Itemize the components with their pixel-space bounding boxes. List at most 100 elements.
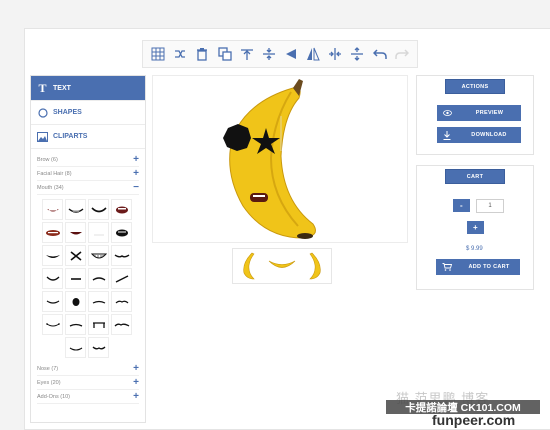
- mouth-clipart[interactable]: [111, 245, 132, 266]
- category-facial-hair[interactable]: Facial Hair (8) +: [37, 167, 139, 181]
- view-thumbnails: [232, 248, 332, 284]
- redo-icon: [395, 49, 409, 59]
- grid-spacer: [111, 337, 132, 358]
- mouth-clipart[interactable]: [65, 314, 86, 335]
- mouth-clipart[interactable]: [42, 268, 63, 289]
- preview-button[interactable]: PREVIEW: [437, 105, 521, 121]
- editor-toolbar: [142, 40, 418, 68]
- category-brow[interactable]: Brow (6) +: [37, 153, 139, 167]
- undo-icon: [372, 49, 387, 59]
- watermark-site: funpeer.com: [432, 412, 516, 428]
- banana-artwork[interactable]: [153, 76, 409, 244]
- align-top-icon: [240, 49, 253, 60]
- category-label: Eyes (20): [37, 379, 61, 386]
- mouth-clipart[interactable]: [111, 222, 132, 243]
- align-top-button[interactable]: [238, 45, 255, 63]
- mouth-clipart-grid: [42, 199, 145, 358]
- left-panel: T TEXT SHAPES CLIPARTS Brow (6) + Facial…: [30, 75, 146, 423]
- flip-horizontal-icon: [286, 49, 297, 59]
- mouth-clipart[interactable]: [88, 337, 109, 358]
- collapse-icon[interactable]: −: [133, 182, 139, 193]
- download-icon: [443, 130, 451, 140]
- price-label: $ 9.99: [466, 246, 483, 252]
- category-label: Facial Hair (8): [37, 170, 72, 177]
- mouth-clipart[interactable]: [111, 291, 132, 312]
- mouth-clipart[interactable]: [65, 199, 86, 220]
- mouth-clipart[interactable]: [42, 245, 63, 266]
- flip-vertical-button[interactable]: [305, 45, 322, 63]
- flip-horizontal-button[interactable]: [283, 45, 300, 63]
- actions-panel: ACTIONS PREVIEW DOWNLOAD: [416, 75, 534, 155]
- category-nose[interactable]: Nose (7) +: [37, 362, 139, 376]
- mouth-clipart[interactable]: [88, 245, 109, 266]
- mouth-clipart[interactable]: [42, 314, 63, 335]
- tab-shapes-label: SHAPES: [53, 109, 82, 116]
- tab-shapes[interactable]: SHAPES: [31, 101, 145, 125]
- category-add-ons[interactable]: Add-Ons (10) +: [37, 390, 139, 404]
- cart-icon: [442, 263, 452, 271]
- mouth-clipart[interactable]: [42, 199, 63, 220]
- expand-icon[interactable]: +: [133, 154, 139, 165]
- cart-header: CART: [445, 169, 505, 184]
- expand-icon[interactable]: +: [133, 168, 139, 179]
- align-middle-button[interactable]: [260, 45, 277, 63]
- image-icon: [37, 131, 48, 142]
- mouth-clipart[interactable]: [65, 337, 86, 358]
- mouth-clipart[interactable]: [88, 268, 109, 289]
- center-vertical-button[interactable]: [349, 45, 366, 63]
- quantity-input[interactable]: 1: [476, 199, 504, 213]
- octagon-eye-clipart: [223, 124, 251, 151]
- center-horizontal-button[interactable]: [327, 45, 344, 63]
- expand-icon[interactable]: +: [133, 377, 139, 388]
- grid-icon: [151, 47, 165, 61]
- tab-cliparts[interactable]: CLIPARTS: [31, 125, 145, 149]
- center-horizontal-icon: [329, 48, 342, 60]
- download-label: DOWNLOAD: [471, 132, 507, 138]
- mouth-clipart[interactable]: [65, 245, 86, 266]
- mouth-clipart[interactable]: [65, 268, 86, 289]
- add-to-cart-button[interactable]: ADD TO CART: [436, 259, 520, 275]
- quantity-plus-button[interactable]: +: [467, 221, 484, 234]
- copy-button[interactable]: [216, 45, 233, 63]
- expand-icon[interactable]: +: [133, 363, 139, 374]
- category-label: Mouth (34): [37, 184, 64, 191]
- undo-button[interactable]: [371, 45, 388, 63]
- actions-header: ACTIONS: [445, 79, 505, 94]
- category-eyes[interactable]: Eyes (20) +: [37, 376, 139, 390]
- design-canvas[interactable]: [152, 75, 408, 243]
- banana-thumbnail-center[interactable]: [267, 256, 297, 276]
- mouth-clipart[interactable]: [88, 222, 109, 243]
- redo-button[interactable]: [393, 45, 410, 63]
- mouth-clipart[interactable]: [42, 222, 63, 243]
- tab-text-label: TEXT: [53, 84, 71, 92]
- mouth-clipart[interactable]: [111, 314, 132, 335]
- expand-icon[interactable]: +: [133, 391, 139, 402]
- text-icon: T: [38, 80, 47, 95]
- grid-spacer: [42, 337, 63, 358]
- category-mouth[interactable]: Mouth (34) −: [37, 181, 139, 195]
- mouth-clipart[interactable]: [88, 291, 109, 312]
- category-label: Nose (7): [37, 365, 59, 372]
- mouth-clipart[interactable]: [111, 199, 132, 220]
- quantity-minus-button[interactable]: -: [453, 199, 470, 212]
- banana-image: [229, 86, 316, 239]
- tab-cliparts-label: CLIPARTS: [53, 133, 88, 140]
- download-button[interactable]: DOWNLOAD: [437, 127, 521, 143]
- mouth-clipart[interactable]: [88, 314, 109, 335]
- trash-icon: [197, 48, 208, 61]
- delete-button[interactable]: [194, 45, 211, 63]
- category-label: Add-Ons (10): [37, 393, 71, 400]
- mouth-clipart[interactable]: [111, 268, 132, 289]
- banana-thumbnail-left[interactable]: [238, 251, 258, 281]
- mouth-clipart[interactable]: [65, 291, 86, 312]
- mouth-clipart[interactable]: [65, 222, 86, 243]
- mouth-clipart[interactable]: [88, 199, 109, 220]
- mouth-clipart[interactable]: [42, 291, 63, 312]
- shuffle-button[interactable]: [172, 45, 189, 63]
- category-label: Brow (6): [37, 156, 58, 163]
- grid-button[interactable]: [150, 45, 167, 63]
- preview-label: PREVIEW: [475, 110, 504, 116]
- flip-vertical-icon: [307, 47, 320, 61]
- banana-thumbnail-right[interactable]: [306, 251, 326, 281]
- tab-text[interactable]: T TEXT: [31, 76, 145, 101]
